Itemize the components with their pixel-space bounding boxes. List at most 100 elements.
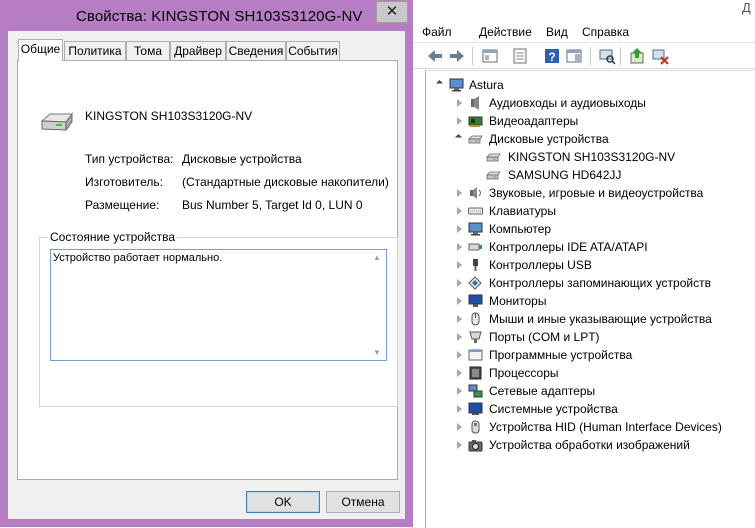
computer-icon — [449, 78, 464, 92]
tree-category-mice[interactable]: Мыши и иные указывающие устройства — [426, 310, 746, 328]
software-device-icon — [468, 349, 483, 361]
dialog-title: Свойства: KINGSTON SH103S3120G-NV — [76, 8, 363, 25]
dialog-client-area: Общие Политика Тома Драйвер Сведения Соб… — [8, 31, 405, 519]
tree-root-label: Astura — [469, 78, 504, 92]
toolbar-separator — [472, 47, 473, 65]
ok-button[interactable]: OK — [246, 491, 320, 513]
manufacturer-value: (Стандартные дисковые накопители) — [182, 175, 389, 189]
tree-category-label: Компьютер — [489, 222, 552, 236]
close-button[interactable]: ✕ — [376, 1, 408, 23]
tree-category-keyboards[interactable]: Клавиатуры — [426, 202, 746, 220]
expand-toggle-icon[interactable] — [457, 99, 462, 107]
tab-policy[interactable]: Политика — [64, 41, 126, 60]
expand-toggle-icon[interactable] — [457, 225, 462, 233]
expand-toggle-icon[interactable] — [457, 441, 462, 449]
tab-driver[interactable]: Драйвер — [170, 41, 226, 60]
expand-toggle-icon[interactable] — [435, 79, 444, 88]
expand-toggle-icon[interactable] — [457, 351, 462, 359]
scan-hardware-icon[interactable] — [598, 47, 616, 65]
disk-drive-icon — [486, 153, 501, 162]
update-driver-icon[interactable] — [628, 47, 646, 65]
expand-toggle-icon[interactable] — [457, 117, 462, 125]
expand-toggle-icon[interactable] — [457, 261, 462, 269]
computer-icon — [468, 222, 483, 236]
expand-toggle-icon[interactable] — [457, 297, 462, 305]
expand-toggle-icon[interactable] — [457, 387, 462, 395]
tree-category-label: Сетевые адаптеры — [489, 384, 596, 398]
svg-text:?: ? — [548, 50, 555, 64]
storage-controller-icon — [468, 276, 482, 290]
tree-category-disk-drives[interactable]: Дисковые устройства — [426, 130, 746, 148]
tree-root[interactable]: Astura — [426, 76, 746, 94]
help-icon[interactable]: ? — [543, 47, 561, 65]
tree-category-label: Процессоры — [489, 366, 559, 380]
tree-category-label: Порты (COM и LPT) — [489, 330, 600, 344]
tree-category-audio[interactable]: Аудиовходы и аудиовыходы — [426, 94, 746, 112]
expand-toggle-icon[interactable] — [457, 189, 462, 197]
tree-category-label: Устройства обработки изображений — [489, 438, 690, 452]
expand-toggle-icon[interactable] — [457, 315, 462, 323]
tree-category-sound[interactable]: Звуковые, игровые и видеоустройства — [426, 184, 746, 202]
expand-toggle-icon[interactable] — [457, 243, 462, 251]
uninstall-icon[interactable] — [651, 47, 669, 65]
tree-device-samsung[interactable]: SAMSUNG HD642JJ — [426, 166, 746, 184]
tab-details[interactable]: Сведения — [226, 41, 286, 60]
tree-category-usb[interactable]: Контроллеры USB — [426, 256, 746, 274]
menu-file[interactable]: Файл — [422, 25, 452, 39]
tree-category-software-devices[interactable]: Программные устройства — [426, 346, 746, 364]
show-hide-tree-icon[interactable] — [481, 47, 499, 65]
forward-arrow-icon[interactable] — [448, 47, 466, 65]
expand-toggle-icon[interactable] — [457, 333, 462, 341]
action-pane-icon[interactable] — [565, 47, 583, 65]
monitor-icon — [468, 294, 483, 307]
tree-category-network-adapters[interactable]: Сетевые адаптеры — [426, 382, 746, 400]
expand-toggle-icon[interactable] — [457, 369, 462, 377]
expand-toggle-icon[interactable] — [457, 279, 462, 287]
tab-general[interactable]: Общие — [18, 39, 63, 61]
expand-toggle-icon[interactable] — [457, 207, 462, 215]
cancel-button[interactable]: Отмена — [326, 491, 400, 513]
tree-category-computer[interactable]: Компьютер — [426, 220, 746, 238]
display-adapter-icon — [468, 116, 483, 127]
scroll-up-icon[interactable]: ▲ — [373, 253, 381, 262]
tab-events[interactable]: События — [286, 41, 340, 60]
tree-category-label: Программные устройства — [489, 348, 633, 362]
menu-view[interactable]: Вид — [546, 25, 568, 39]
device-status-textbox[interactable]: Устройство работает нормально. ▲ ▼ — [50, 249, 387, 361]
menu-action[interactable]: Действие — [479, 25, 532, 39]
tab-volumes[interactable]: Тома — [126, 41, 170, 60]
expand-toggle-icon[interactable] — [457, 405, 462, 413]
mouse-icon — [471, 312, 480, 326]
tree-category-label: Аудиовходы и аудиовыходы — [489, 96, 646, 110]
toolbar: ? — [413, 42, 755, 69]
tree-category-hid[interactable]: Устройства HID (Human Interface Devices) — [426, 418, 746, 436]
processor-icon — [469, 366, 482, 380]
close-icon: ✕ — [385, 3, 399, 20]
tree-category-label: Звуковые, игровые и видеоустройства — [489, 186, 704, 200]
scroll-down-icon[interactable]: ▼ — [373, 348, 381, 357]
properties-icon[interactable] — [511, 47, 529, 65]
device-name: KINGSTON SH103S3120G-NV — [85, 109, 253, 123]
location-label: Размещение: — [85, 198, 160, 212]
tree-category-label: Видеоадаптеры — [489, 114, 579, 128]
tree-category-ports[interactable]: Порты (COM и LPT) — [426, 328, 746, 346]
tree-category-monitors[interactable]: Мониторы — [426, 292, 746, 310]
tree-category-label: Дисковые устройства — [489, 132, 609, 146]
tree-device-label: KINGSTON SH103S3120G-NV — [508, 150, 676, 164]
tree-category-system-devices[interactable]: Системные устройства — [426, 400, 746, 418]
tree-category-processors[interactable]: Процессоры — [426, 364, 746, 382]
disk-drive-icon — [486, 171, 501, 180]
tree-device-kingston[interactable]: KINGSTON SH103S3120G-NV — [426, 148, 746, 166]
tree-category-storage-controllers[interactable]: Контроллеры запоминающих устройств — [426, 274, 746, 292]
status-scrollbar[interactable]: ▲ ▼ — [369, 250, 386, 360]
menu-help[interactable]: Справка — [582, 25, 629, 39]
back-arrow-icon[interactable] — [426, 47, 444, 65]
usb-icon — [473, 259, 478, 271]
expand-toggle-icon[interactable] — [457, 423, 462, 431]
tree-category-imaging-devices[interactable]: Устройства обработки изображений — [426, 436, 746, 454]
system-device-icon — [468, 402, 483, 415]
window-title-partial: Д — [742, 0, 751, 15]
tree-category-ide[interactable]: Контроллеры IDE ATA/ATAPI — [426, 238, 746, 256]
tree-category-display-adapters[interactable]: Видеоадаптеры — [426, 112, 746, 130]
collapse-toggle-icon[interactable] — [454, 133, 463, 142]
